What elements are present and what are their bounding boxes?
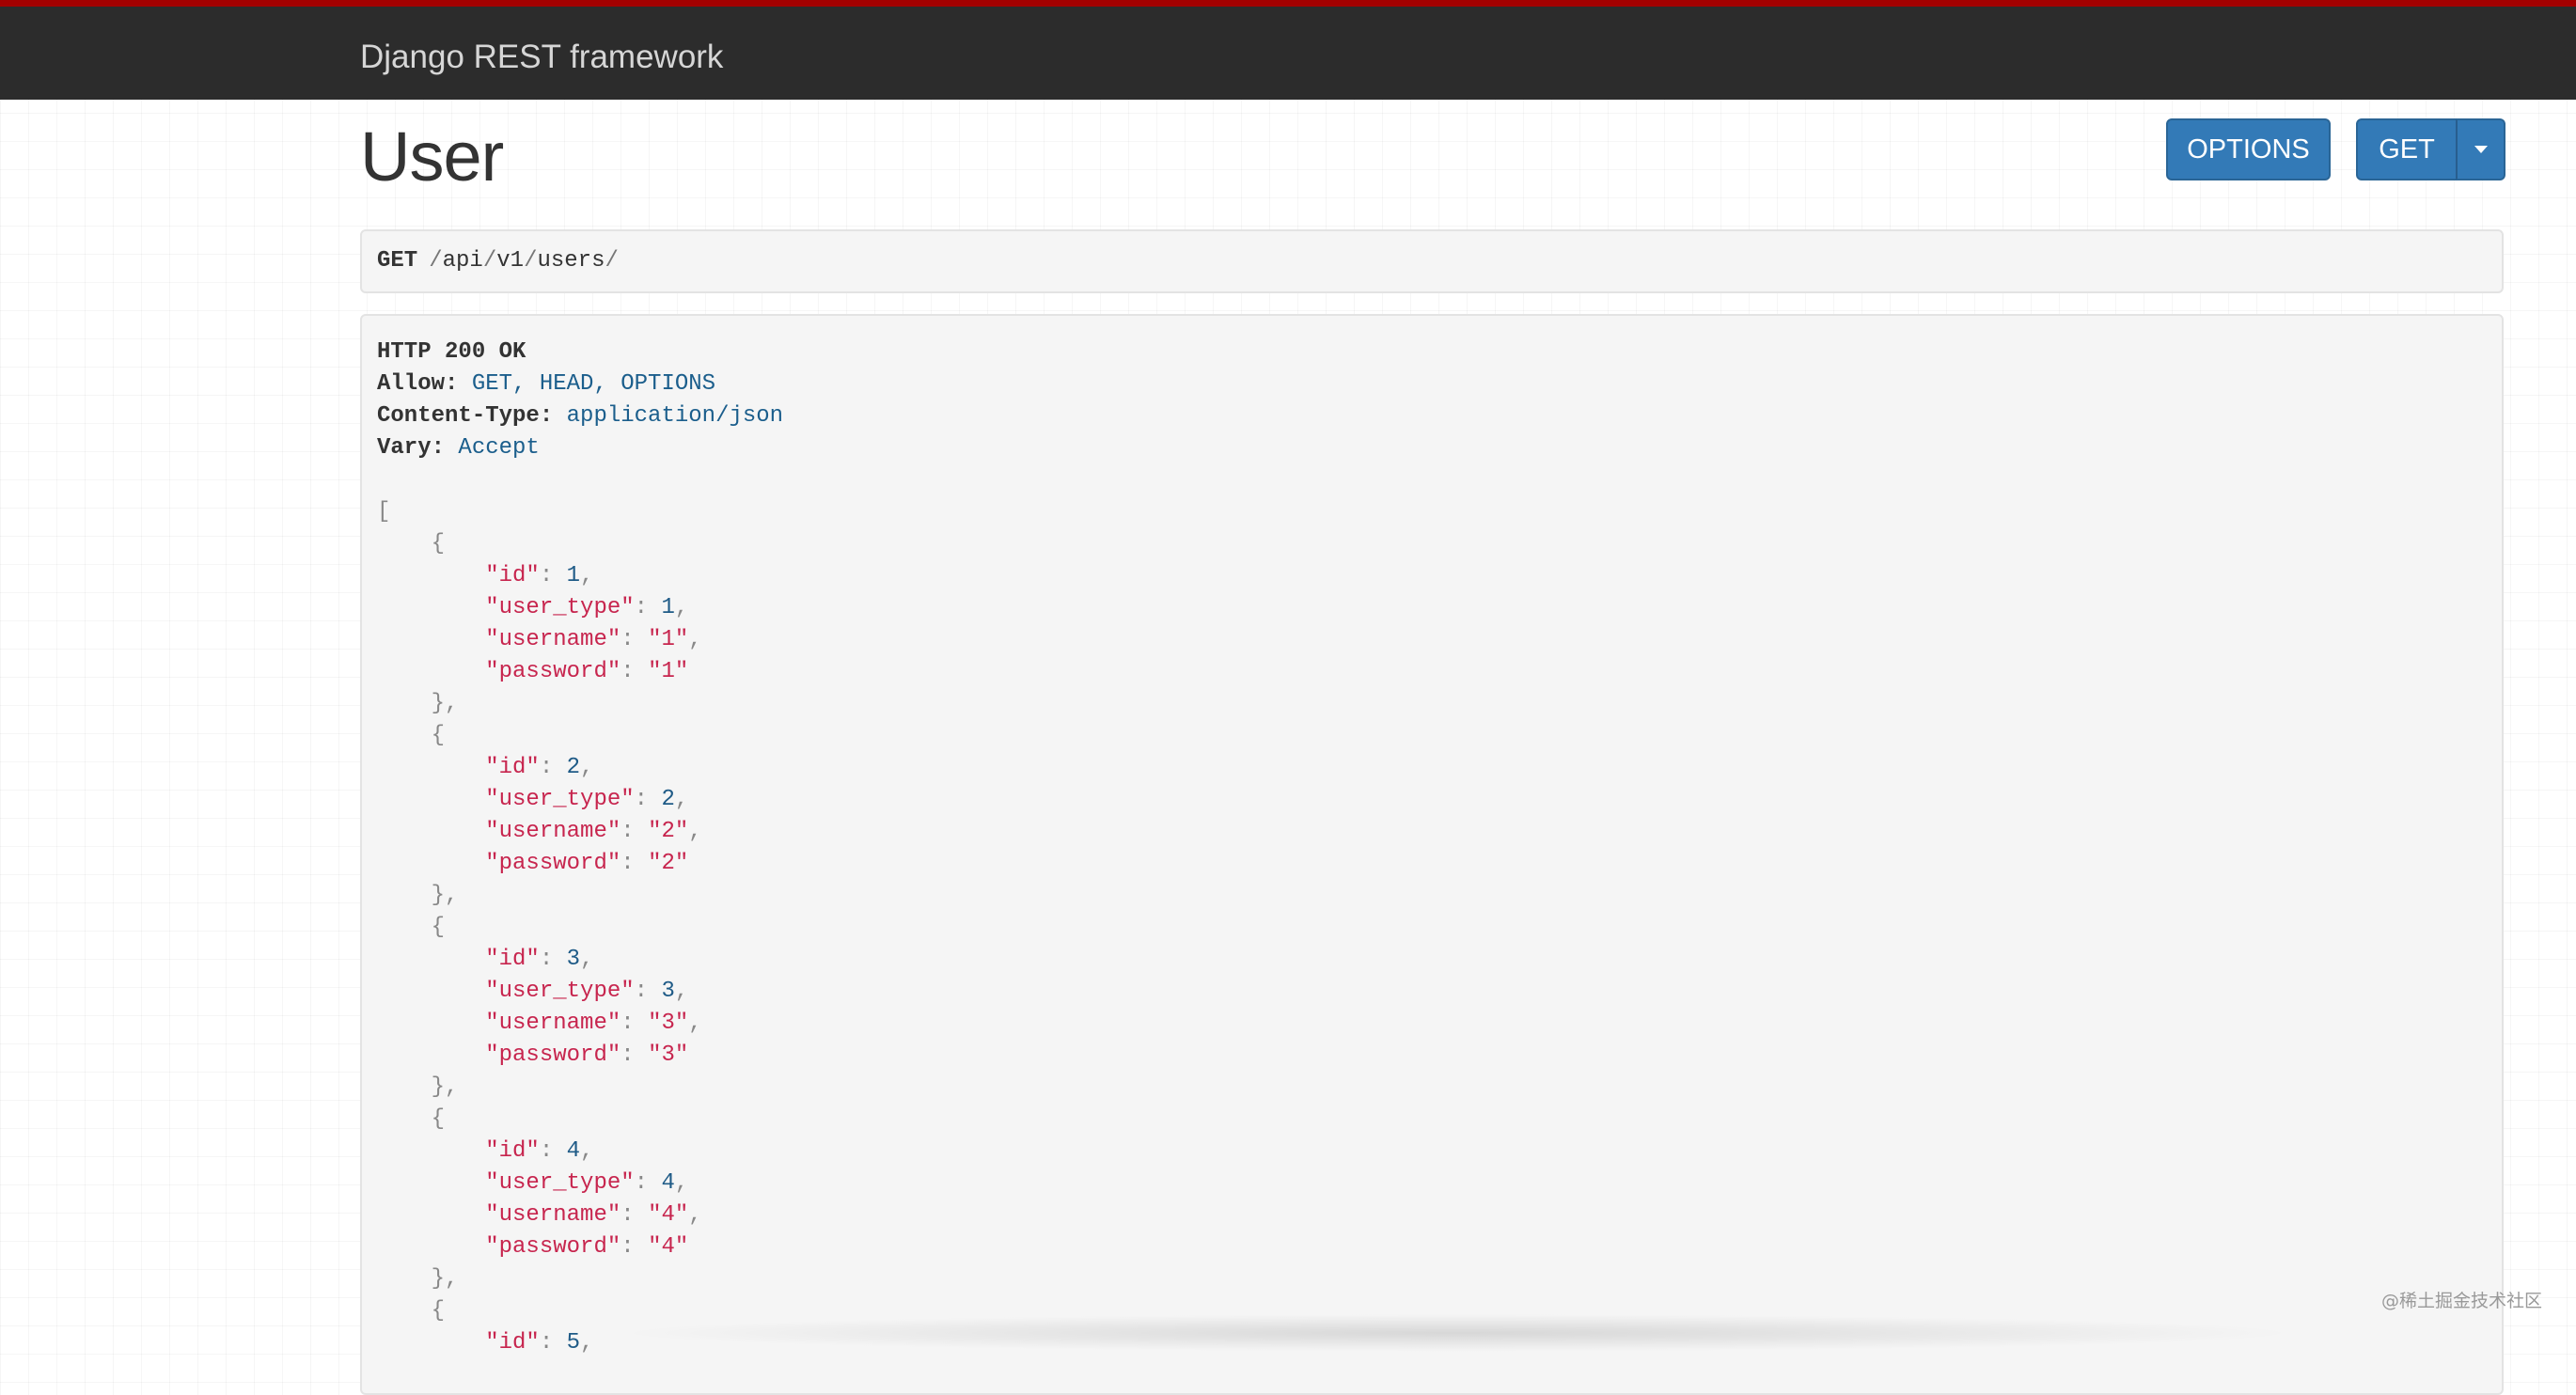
json-object-open: {	[377, 1298, 446, 1324]
json-object-open: {	[377, 531, 446, 556]
json-field-password: "password": "1"	[485, 659, 689, 684]
json-object-open: {	[377, 1106, 446, 1132]
json-object-close: },	[377, 691, 459, 716]
json-field-user-type: "user_type": 2,	[485, 787, 689, 812]
json-field-id: "id": 1,	[485, 563, 594, 588]
get-format-dropdown-toggle[interactable]	[2456, 118, 2505, 180]
json-field-user-type: "user_type": 3,	[485, 979, 689, 1004]
json-value: "1"	[648, 659, 689, 684]
header-name: Content-Type:	[377, 403, 554, 429]
json-value: 5	[566, 1330, 581, 1356]
response-header-content-type: Content-Type: application/json	[377, 400, 2487, 432]
response-header-vary: Vary: Accept	[377, 432, 2487, 464]
json-field-username: "username": "2",	[485, 819, 702, 844]
json-field-username: "username": "4",	[485, 1202, 702, 1228]
json-value: 3	[566, 947, 581, 972]
json-field-username: "username": "1",	[485, 627, 702, 652]
json-field-user-type: "user_type": 4,	[485, 1170, 689, 1196]
json-value: "4"	[648, 1234, 689, 1260]
header-value: GET, HEAD, OPTIONS	[471, 371, 716, 397]
caret-down-icon	[2474, 146, 2488, 153]
options-button[interactable]: OPTIONS	[2166, 118, 2331, 180]
navbar-brand[interactable]: Django REST framework	[360, 39, 723, 76]
json-value: "4"	[648, 1202, 689, 1228]
header-value: Accept	[458, 435, 540, 461]
request-info: GET/api/v1/users/	[360, 229, 2504, 293]
json-object-open: {	[377, 915, 446, 940]
json-field-password: "password": "3"	[485, 1042, 689, 1068]
json-value: 1	[661, 595, 675, 620]
response-status: HTTP 200 OK	[377, 339, 526, 365]
json-object-close: },	[377, 1074, 459, 1100]
json-array-open: [	[377, 499, 391, 525]
header-name: Vary:	[377, 435, 446, 461]
navbar: Django REST framework	[0, 0, 2576, 100]
request-path: /api/v1/users/	[429, 248, 619, 274]
get-button[interactable]: GET	[2356, 118, 2458, 180]
json-value: 4	[566, 1138, 581, 1164]
response-header-allow: Allow: GET, HEAD, OPTIONS	[377, 368, 2487, 400]
json-field-id: "id": 3,	[485, 947, 594, 972]
json-value: "2"	[648, 819, 689, 844]
json-field-id: "id": 5,	[485, 1330, 594, 1356]
json-field-username: "username": "3",	[485, 1011, 702, 1036]
json-value: 2	[566, 755, 581, 780]
json-object-close: },	[377, 1266, 459, 1292]
json-value: 3	[661, 979, 675, 1004]
header-name: Allow:	[377, 371, 459, 397]
json-value: 4	[661, 1170, 675, 1196]
response-info: HTTP 200 OK Allow: GET, HEAD, OPTIONS Co…	[360, 314, 2504, 1395]
json-value: "1"	[648, 627, 689, 652]
page-title: User	[360, 118, 504, 196]
breadcrumb-v1[interactable]: v1	[496, 248, 524, 274]
json-object-open: {	[377, 723, 446, 748]
json-value: 1	[566, 563, 581, 588]
response-status-line: HTTP 200 OK	[377, 337, 2487, 368]
json-field-password: "password": "4"	[485, 1234, 689, 1260]
json-object-close: },	[377, 883, 459, 908]
breadcrumb-users[interactable]: users	[537, 248, 605, 274]
json-value: "3"	[648, 1042, 689, 1068]
json-value: 2	[661, 787, 675, 812]
breadcrumb-api[interactable]: api	[443, 248, 483, 274]
watermark: @稀土掘金技术社区	[2380, 1291, 2542, 1311]
response-spacer	[377, 464, 2487, 496]
main-content: User OPTIONS GET GET/api/v1/users/ HTTP …	[360, 100, 2505, 1395]
header-value: application/json	[566, 403, 784, 429]
request-method: GET	[377, 248, 418, 274]
json-field-password: "password": "2"	[485, 851, 689, 876]
json-value: "2"	[648, 851, 689, 876]
json-field-id: "id": 2,	[485, 755, 594, 780]
json-value: "3"	[648, 1011, 689, 1036]
json-field-id: "id": 4,	[485, 1138, 594, 1164]
json-field-user-type: "user_type": 1,	[485, 595, 689, 620]
